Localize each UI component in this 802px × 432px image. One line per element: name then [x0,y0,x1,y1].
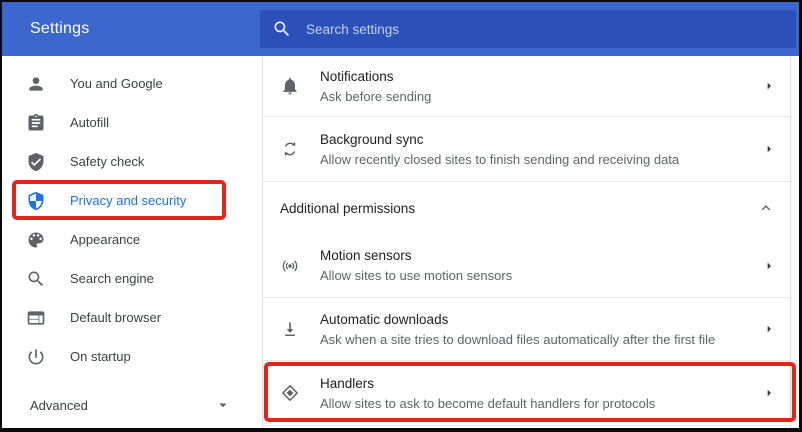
power-icon [26,347,46,367]
page-title: Settings [30,20,90,37]
caret-down-icon [219,403,227,408]
browser-window-icon [26,308,46,328]
sidebar-item-label: Privacy and security [70,193,187,208]
palette-icon [26,230,46,250]
row-notifications[interactable]: Notifications Ask before sending [263,56,799,117]
sync-icon [280,139,300,159]
header-bar: Settings Search settings [2,2,799,56]
row-motion-sensors[interactable]: Motion sensors Allow sites to use motion… [263,234,799,298]
sidebar-item-label: On startup [70,349,131,364]
chevron-right-icon [761,141,777,157]
row-title: Automatic downloads [320,311,449,327]
sidebar-item-label: Safety check [70,154,145,169]
row-title: Handlers [320,375,375,391]
shield-half-icon [26,191,46,211]
search-input[interactable]: Search settings [260,10,796,48]
chevron-up-icon [761,205,771,211]
row-title: Notifications [320,68,394,84]
sidebar-item-search-engine[interactable]: Search engine [2,259,262,298]
row-subtitle: Ask before sending [320,88,432,104]
row-handlers[interactable]: Handlers Allow sites to ask to become de… [263,361,799,426]
advanced-label: Advanced [30,397,88,413]
sidebar-item-default-browser[interactable]: Default browser [2,298,262,337]
sidebar-item-label: Appearance [70,232,141,247]
shield-check-icon [26,152,46,172]
row-subtitle: Allow sites to use motion sensors [320,268,513,283]
row-subtitle: Allow recently closed sites to finish se… [320,151,680,167]
clipboard-icon [26,113,46,133]
row-title: Background sync [320,131,424,147]
row-background-sync[interactable]: Background sync Allow recently closed si… [263,117,799,182]
motion-sensor-icon [280,256,300,276]
bell-icon [280,76,300,96]
sidebar-item-you-and-google[interactable]: You and Google [2,64,262,103]
chevron-right-icon [761,78,777,94]
settings-content: Notifications Ask before sending Backgro… [262,56,799,428]
section-additional-permissions[interactable]: Additional permissions [263,182,799,234]
sidebar-item-label: Search engine [70,271,154,286]
row-subtitle: Ask when a site tries to download files … [320,331,716,347]
sidebar-item-autofill[interactable]: Autofill [2,103,262,142]
sidebar-advanced-toggle[interactable]: Advanced [2,390,262,420]
person-icon [26,74,46,94]
row-automatic-downloads[interactable]: Automatic downloads Ask when a site trie… [263,298,799,361]
chevron-right-icon [761,385,777,401]
sidebar-item-label: Default browser [70,310,162,325]
search-icon [274,21,290,37]
row-subtitle: Allow sites to ask to become default han… [320,395,656,411]
sidebar-item-appearance[interactable]: Appearance [2,220,262,259]
sidebar-item-on-startup[interactable]: On startup [2,337,262,376]
sidebar-item-label: You and Google [70,76,163,91]
magnifier-icon [26,269,46,289]
section-header-label: Additional permissions [280,200,416,216]
chrome-settings-window: Settings Search settings You and Google [0,0,802,432]
search-placeholder: Search settings [306,21,400,37]
sidebar-item-safety-check[interactable]: Safety check [2,142,262,181]
sidebar-item-privacy-and-security[interactable]: Privacy and security [2,181,262,220]
sidebar-item-label: Autofill [70,115,110,130]
settings-sidebar: You and Google Autofill Safety check Pri… [2,56,262,428]
download-icon [280,319,300,339]
handlers-icon [280,383,300,403]
row-title: Motion sensors [320,248,412,263]
chevron-right-icon [761,321,777,337]
chevron-right-icon [761,258,777,274]
scrollbar-track[interactable] [790,56,799,428]
